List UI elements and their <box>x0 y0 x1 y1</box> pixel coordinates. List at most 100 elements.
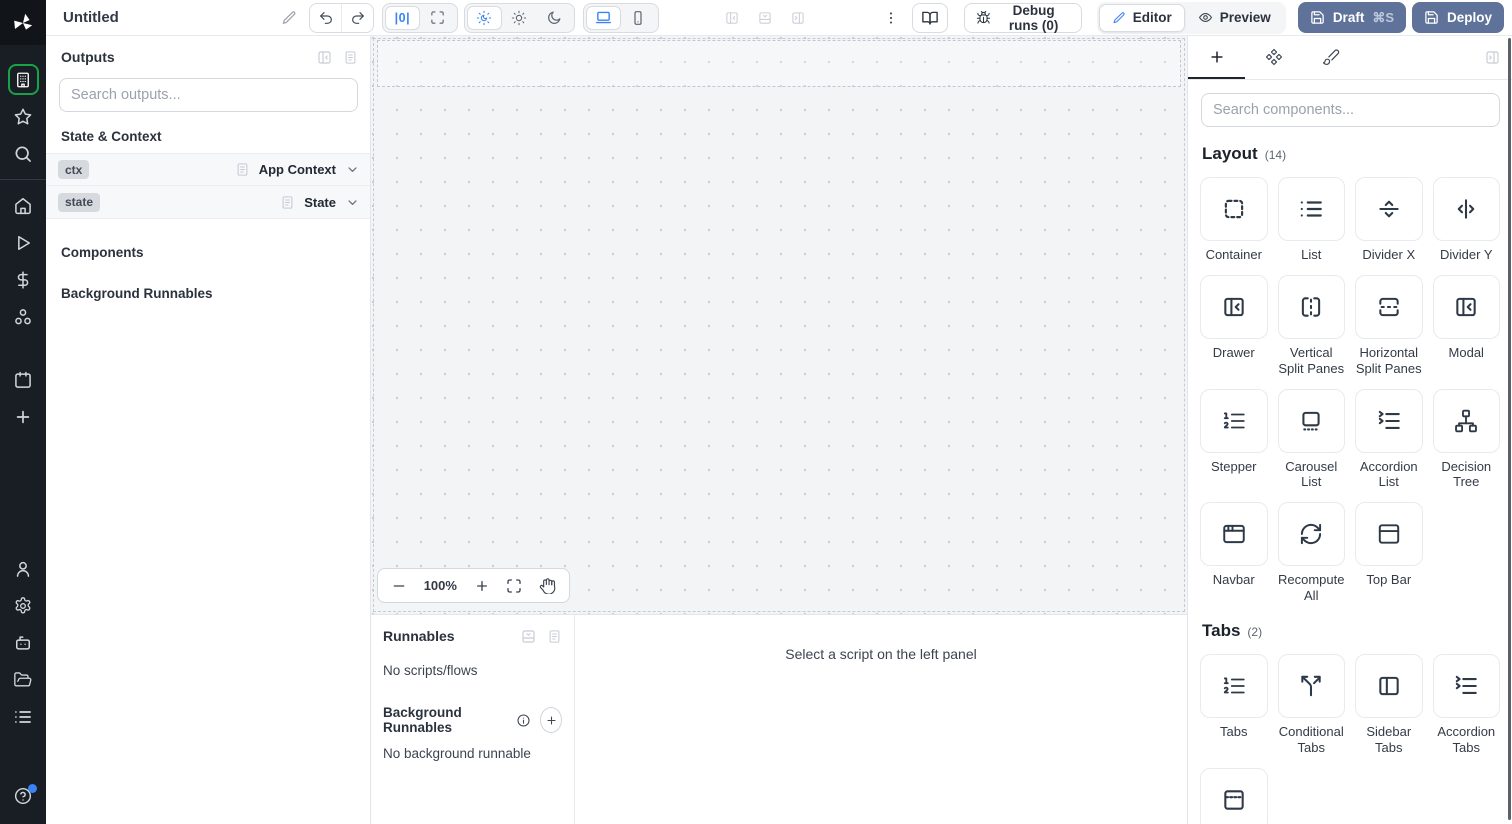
sidebar-item-apps[interactable] <box>0 61 46 98</box>
script-editor-placeholder: Select a script on the left panel <box>785 646 977 662</box>
component-card-vertical-split-panes[interactable] <box>1277 274 1345 339</box>
component-card-accordion-tabs[interactable] <box>1432 654 1500 719</box>
component-cell-stepper: Stepper <box>1200 388 1268 491</box>
component-card-container[interactable] <box>1200 177 1268 241</box>
docs-button[interactable] <box>911 2 948 33</box>
settings-icon <box>13 596 33 616</box>
tab-settings-component[interactable] <box>1245 36 1302 79</box>
component-card-tabs[interactable] <box>1200 654 1268 719</box>
tab-styling[interactable] <box>1302 36 1359 79</box>
search-icon <box>13 144 33 164</box>
sidebar-item-audit-logs[interactable] <box>0 698 46 735</box>
sidebar-item-schedules[interactable] <box>0 361 46 398</box>
divider-x-icon <box>1376 196 1402 222</box>
component-card-top-bar[interactable] <box>1355 502 1423 567</box>
sidebar-item-favorites[interactable] <box>0 98 46 135</box>
components-panel: Layout (14) Container List Divider X Divider … <box>1187 36 1512 824</box>
plus-icon <box>545 714 558 727</box>
component-card-sidebar-tabs[interactable] <box>1355 654 1423 719</box>
preview-tab[interactable]: Preview <box>1185 4 1284 32</box>
collapse-runnables-button[interactable] <box>521 629 536 644</box>
tab-insert-component[interactable] <box>1188 36 1245 79</box>
deploy-button[interactable]: Deploy <box>1412 2 1505 33</box>
toggle-bottom-panel-button[interactable] <box>758 11 772 25</box>
app-canvas[interactable]: 100% <box>371 36 1187 614</box>
zoom-in-button[interactable] <box>474 578 490 594</box>
smartphone-icon <box>630 10 646 26</box>
component-card-recompute-all[interactable] <box>1277 502 1345 567</box>
panel-toggle-group <box>725 11 805 25</box>
sidebar-item-user[interactable] <box>0 550 46 587</box>
sidebar-item-settings[interactable] <box>0 587 46 624</box>
output-row-ctx[interactable]: ctx App Context <box>46 153 370 186</box>
component-card-horizontal-split-panes[interactable] <box>1355 274 1423 339</box>
component-card-modal[interactable] <box>1432 274 1500 339</box>
sidebar-item-search[interactable] <box>0 135 46 172</box>
sidebar-item-ai-assistant[interactable] <box>0 624 46 661</box>
output-row-state[interactable]: state State <box>46 186 370 219</box>
sidebar-item-resources[interactable] <box>0 298 46 335</box>
component-card-list[interactable] <box>1277 177 1345 241</box>
sidebar-item-runs[interactable] <box>0 224 46 261</box>
toggle-right-panel-button[interactable] <box>791 11 805 25</box>
outputs-doc-button[interactable] <box>343 50 358 65</box>
save-draft-button[interactable]: Draft ⌘S <box>1297 2 1406 33</box>
search-components-input[interactable] <box>1201 93 1500 127</box>
expand-canvas-button[interactable] <box>420 6 455 30</box>
add-background-runnable-button[interactable] <box>540 707 562 733</box>
component-card-divider-x[interactable] <box>1355 177 1423 241</box>
component-cell-recompute-all: Recompute All <box>1277 502 1345 604</box>
workspace-folder-icon <box>13 670 33 690</box>
component-card-invisible-tabs-icon[interactable] <box>1200 767 1268 824</box>
section-title: Tabs <box>1202 621 1241 641</box>
mobile-view-button[interactable] <box>621 6 656 30</box>
collapse-outputs-button[interactable] <box>317 50 332 65</box>
windmill-logo[interactable] <box>0 0 46 45</box>
sidebar-item-help[interactable] <box>0 777 46 814</box>
zoom-out-button[interactable] <box>391 578 407 594</box>
component-card-conditional-tabs[interactable] <box>1277 654 1345 719</box>
outputs-rows: ctx App Context state State <box>46 153 370 219</box>
right-panel-scrollbar[interactable] <box>1508 38 1511 820</box>
recompute-icon <box>1298 521 1324 547</box>
redo-button[interactable] <box>341 3 372 32</box>
pan-tool-button[interactable] <box>539 577 556 594</box>
sidebar-item-home[interactable] <box>0 187 46 224</box>
theme-light-button[interactable] <box>502 6 537 30</box>
component-card-divider-y[interactable] <box>1432 177 1500 241</box>
more-options-menu[interactable] <box>883 10 899 26</box>
component-label: Carousel List <box>1285 458 1338 490</box>
component-card-stepper[interactable] <box>1200 388 1268 453</box>
theme-auto-button[interactable] <box>466 5 502 30</box>
chevron-down-icon[interactable] <box>345 162 360 177</box>
desktop-view-button[interactable] <box>585 5 621 30</box>
debug-runs-button[interactable]: Debug runs (0) <box>963 2 1082 33</box>
zoom-fit-button[interactable]: |0| <box>384 5 420 30</box>
collapse-components-panel-button[interactable] <box>1485 50 1500 65</box>
sidebar-item-variables[interactable] <box>0 261 46 298</box>
device-toggle-group <box>582 2 659 33</box>
component-label: Sidebar Tabs <box>1366 724 1412 755</box>
chevron-down-icon[interactable] <box>345 195 360 210</box>
runnables-doc-button[interactable] <box>547 629 562 644</box>
component-card-carousel-list[interactable] <box>1277 388 1345 453</box>
component-card-navbar[interactable] <box>1200 502 1268 567</box>
empty-grid-drop-zone[interactable] <box>377 40 1181 87</box>
undo-button[interactable] <box>310 4 341 32</box>
component-card-decision-tree[interactable] <box>1432 388 1500 453</box>
sidebar-item-add[interactable] <box>0 398 46 435</box>
fit-view-button[interactable] <box>506 578 522 594</box>
rename-app-button[interactable] <box>281 10 297 26</box>
component-card-accordion-list[interactable] <box>1355 388 1423 453</box>
editor-tab[interactable]: Editor <box>1098 3 1185 32</box>
search-outputs-input[interactable] <box>59 78 358 112</box>
toggle-left-panel-button[interactable] <box>725 11 739 25</box>
component-grid-layout: Container List Divider X Divider Y Drawer Ver… <box>1188 164 1512 604</box>
sidebar-item-workspace-folder[interactable] <box>0 661 46 698</box>
component-label: Recompute All <box>1278 572 1345 604</box>
section-count: (14) <box>1264 148 1287 162</box>
theme-dark-button[interactable] <box>537 6 572 30</box>
conditional-tabs-icon <box>1298 673 1324 699</box>
component-card-drawer[interactable] <box>1200 274 1268 339</box>
component-cell-navbar: Navbar <box>1200 502 1268 604</box>
